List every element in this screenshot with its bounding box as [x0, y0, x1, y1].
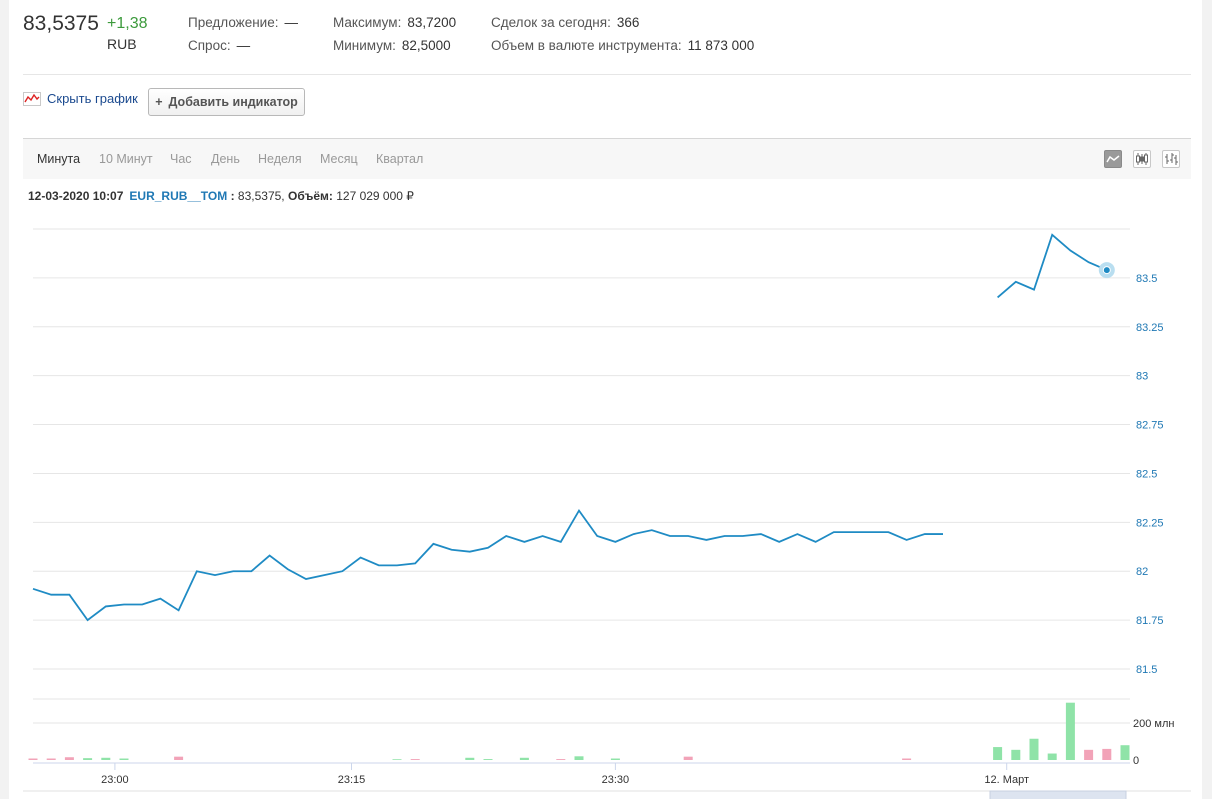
- last-point-marker: [1102, 266, 1111, 275]
- volume-bar: [64, 757, 74, 760]
- volume-bar: [610, 758, 620, 760]
- volume-axis-label: 200 млн: [1133, 718, 1174, 730]
- price-change: +1,38: [107, 15, 148, 32]
- deals-value: 366: [616, 15, 640, 30]
- volume-bar: [174, 756, 184, 760]
- volume-bar: [556, 759, 566, 760]
- chart-thumbnail-icon: [23, 91, 41, 106]
- price-line-march-11: [32, 508, 943, 622]
- x-tick-label: 12. Март: [984, 774, 1029, 786]
- x-tick-label: 23:00: [101, 774, 129, 786]
- min-value: 82,5000: [401, 38, 451, 53]
- deals-stat: Сделок за сегодня: 366: [491, 15, 639, 30]
- y-tick-label: 81.5: [1136, 664, 1157, 676]
- volume-bar: [83, 758, 93, 760]
- offer-value: —: [284, 15, 298, 30]
- volume-bar: [1011, 749, 1021, 760]
- volume-bar: [683, 756, 693, 760]
- bid-value: —: [236, 38, 251, 53]
- volume-bar: [902, 758, 912, 760]
- y-tick-label: 82.25: [1136, 517, 1164, 529]
- price-chart[interactable]: 81.5 81.75 82 82.25 82.5 82.75 83 83.25 83.5 200 …: [23, 139, 1191, 799]
- hide-chart-link[interactable]: Скрыть график: [23, 91, 138, 106]
- plus-icon: +: [155, 95, 163, 109]
- last-price: 83,5375: [23, 12, 99, 35]
- add-indicator-button[interactable]: + Добавить индикатор: [148, 88, 305, 116]
- offer-stat: Предложение: —: [188, 15, 298, 30]
- max-value: 83,7200: [407, 15, 457, 30]
- volume-bar: [1047, 753, 1057, 760]
- y-tick-label: 82.5: [1136, 468, 1157, 480]
- volume-bar: [519, 757, 529, 760]
- bid-stat: Спрос: —: [188, 38, 250, 53]
- volume-bar: [993, 747, 1003, 760]
- volume-bar: [465, 757, 475, 760]
- volume-label: Объем в валюте инструмента:: [491, 38, 682, 53]
- volume-axis-label: 0: [1133, 755, 1139, 767]
- volume-bar: [574, 756, 584, 760]
- chart-panel: Минута 10 Минут Час День Неделя Месяц Кв…: [23, 138, 1191, 799]
- volume-bar: [410, 759, 420, 760]
- volume-bar: [1084, 749, 1094, 760]
- hide-chart-label: Скрыть график: [47, 91, 138, 106]
- offer-label: Предложение:: [188, 15, 279, 30]
- volume-bar: [28, 758, 38, 760]
- volume-value: 11 873 000: [687, 38, 755, 53]
- max-label: Максимум:: [333, 15, 402, 30]
- y-tick-label: 83.25: [1136, 322, 1164, 334]
- price-line-march-12: [997, 233, 1108, 299]
- volume-bar: [392, 759, 402, 760]
- y-tick-label: 82.75: [1136, 420, 1164, 432]
- y-tick-label: 81.75: [1136, 615, 1164, 627]
- y-tick-label: 83.5: [1136, 273, 1157, 285]
- max-stat: Максимум: 83,7200: [333, 15, 456, 30]
- page: 83,5375 +1,38 RUB Предложение: — Спрос: — …: [9, 0, 1202, 799]
- volume-bar: [483, 759, 493, 760]
- navigator-range: [989, 790, 1127, 799]
- y-tick-label: 83: [1136, 371, 1148, 383]
- volume-bar: [1102, 748, 1112, 760]
- header-divider: [23, 74, 1191, 75]
- volume-bar: [1120, 745, 1130, 760]
- x-tick-label: 23:30: [602, 774, 630, 786]
- x-tick-label: 23:15: [338, 774, 366, 786]
- volume-bar: [1029, 738, 1039, 760]
- volume-bar: [101, 757, 111, 760]
- bid-label: Спрос:: [188, 38, 231, 53]
- deals-label: Сделок за сегодня:: [491, 15, 611, 30]
- min-stat: Минимум: 82,5000: [333, 38, 451, 53]
- add-indicator-label: Добавить индикатор: [168, 95, 298, 109]
- volume-bar: [46, 758, 56, 760]
- volume-stat: Объем в валюте инструмента: 11 873 000: [491, 38, 754, 53]
- volume-bar: [1065, 702, 1075, 760]
- y-tick-label: 82: [1136, 566, 1148, 578]
- price-block: 83,5375 +1,38 RUB: [23, 12, 147, 52]
- min-label: Минимум:: [333, 38, 396, 53]
- price-currency: RUB: [107, 36, 137, 52]
- volume-bar: [119, 758, 129, 760]
